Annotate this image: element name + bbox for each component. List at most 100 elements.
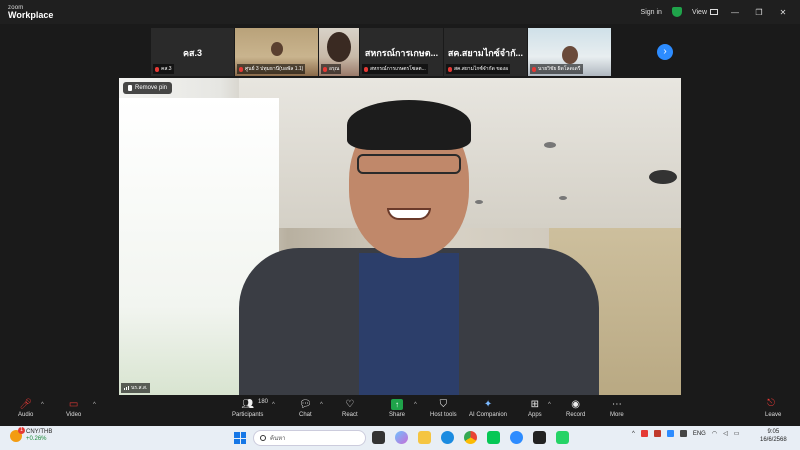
host-tools-button[interactable]: ⛉ Host tools xyxy=(430,399,457,418)
tile-name-large: สค.สยามไกซ์จำกั... xyxy=(447,48,524,58)
apps-button[interactable]: ⊞ Apps xyxy=(528,399,542,418)
gallery-next-icon[interactable]: › xyxy=(657,44,673,60)
video-options-chevron-icon[interactable]: ^ xyxy=(93,402,96,408)
mic-muted-icon xyxy=(364,66,368,72)
close-icon[interactable]: ✕ xyxy=(776,8,790,17)
react-button[interactable]: ♡ React xyxy=(342,399,358,418)
participant-tile[interactable]: สค.สยามไกซ์จำกั... สค.สยามไกซ์จำกัด ของอ xyxy=(444,28,527,76)
taskbar-search-input[interactable]: ค้นหา xyxy=(253,430,366,446)
title-bar: zoom Workplace Sign in View — ❐ ✕ xyxy=(0,0,800,24)
host-shield-icon: ⛉ xyxy=(439,398,448,410)
record-label: Record xyxy=(566,412,586,418)
mic-muted-icon: 🎤︎ xyxy=(19,398,33,410)
speaker-hair xyxy=(347,100,471,150)
remove-pin-button[interactable]: Remove pin xyxy=(123,82,173,94)
more-dots-icon: ⋯ xyxy=(611,398,622,410)
chat-button[interactable]: 💬︎ Chat xyxy=(299,399,312,418)
audio-button[interactable]: 🎤︎ Audio xyxy=(18,399,33,418)
windows-start-icon[interactable] xyxy=(234,432,246,444)
share-arrow-icon: ↑ xyxy=(391,399,403,410)
minimize-icon[interactable]: — xyxy=(728,8,742,17)
participant-count: 180 xyxy=(258,399,269,405)
share-button[interactable]: ↑ Share xyxy=(389,399,405,418)
apps-options-chevron-icon[interactable]: ^ xyxy=(548,402,551,408)
more-label: More xyxy=(610,412,624,418)
ai-companion-button[interactable]: ✦ AI Companion xyxy=(469,399,507,418)
meeting-toolbar: 🎤︎ Audio ^ ▭ Video ^ 👥︎ Participants 180… xyxy=(0,395,800,426)
tray-zoom-icon[interactable] xyxy=(666,430,674,437)
capcut-icon[interactable] xyxy=(533,431,546,444)
apps-grid-icon: ⊞ xyxy=(530,398,540,410)
tray-app-icon[interactable] xyxy=(653,430,661,437)
audio-options-chevron-icon[interactable]: ^ xyxy=(41,402,44,408)
leave-button[interactable]: ⎋ Leave xyxy=(765,398,781,419)
file-explorer-icon[interactable] xyxy=(418,431,431,444)
taskbar-clock[interactable]: 9:05 16/6/2568 xyxy=(760,429,787,444)
stock-symbol: CNY/THB xyxy=(26,429,53,435)
sparkle-icon: ✦ xyxy=(483,398,493,410)
volume-icon[interactable]: ◁ xyxy=(723,430,728,437)
system-tray: ^ ENG ◠ ◁ ▭ xyxy=(632,430,739,437)
mic-muted-icon xyxy=(323,66,327,72)
tray-app-icon[interactable] xyxy=(679,430,687,437)
mic-muted-icon xyxy=(448,66,452,72)
participant-tile[interactable]: อรุณ xyxy=(319,28,359,76)
chat-options-chevron-icon[interactable]: ^ xyxy=(320,402,323,408)
audio-label: Audio xyxy=(18,412,34,418)
share-options-chevron-icon[interactable]: ^ xyxy=(414,402,417,408)
view-button[interactable]: View xyxy=(692,9,718,16)
main-video: Remove pin นร.ส.ส. xyxy=(119,78,681,395)
speaker-shirt xyxy=(359,253,459,395)
tile-label: คส.3 xyxy=(153,64,174,74)
heart-icon: ♡ xyxy=(345,398,355,410)
zoom-taskbar-icon[interactable] xyxy=(510,431,523,444)
copilot-icon[interactable] xyxy=(395,431,408,444)
chrome-icon[interactable] xyxy=(464,431,477,444)
speaker-name-tag: นร.ส.ส. xyxy=(121,383,151,393)
view-label: View xyxy=(691,8,707,16)
participant-tile[interactable]: คส.3 คส.3 xyxy=(151,28,234,76)
clock-time: 9:05 xyxy=(767,429,780,435)
record-button[interactable]: ◉ Record xyxy=(566,399,585,418)
whatsapp-icon[interactable] xyxy=(556,431,569,444)
chat-label: Chat xyxy=(299,412,312,418)
language-indicator[interactable]: ENG xyxy=(693,431,706,437)
battery-icon[interactable]: ▭ xyxy=(734,430,740,437)
sign-in-link[interactable]: Sign in xyxy=(641,9,662,16)
gallery-strip: คส.3 คส.3 ศูนย์ 3 ปทุมธานี(บอพัล 1.1) อร… xyxy=(151,28,651,76)
participants-label: Participants xyxy=(232,412,264,418)
record-icon: ◉ xyxy=(571,398,581,410)
video-background xyxy=(559,196,567,200)
edge-browser-icon[interactable] xyxy=(441,431,454,444)
zoom-app-window: zoom Workplace Sign in View — ❐ ✕ คส.3 ค… xyxy=(0,0,800,450)
brand-big: Workplace xyxy=(8,9,54,20)
wifi-icon[interactable]: ◠ xyxy=(712,430,717,437)
participants-options-chevron-icon[interactable]: ^ xyxy=(272,402,275,408)
remove-pin-label: Remove pin xyxy=(135,85,168,91)
restore-icon[interactable]: ❐ xyxy=(752,8,766,17)
search-placeholder: ค้นหา xyxy=(270,436,286,442)
participants-icon: 👥︎ xyxy=(241,398,255,410)
line-icon[interactable] xyxy=(487,431,500,444)
clock-date: 16/6/2568 xyxy=(760,436,787,443)
participant-tile[interactable]: นายวิชัย ผิดโลดเดรี xyxy=(528,28,611,76)
pin-icon xyxy=(128,85,132,91)
chat-icon: 💬︎ xyxy=(299,398,312,410)
participant-tile[interactable]: สหกรณ์การเกษต... สหกรณ์การเกษตรโซลต... xyxy=(360,28,443,76)
security-shield-icon[interactable] xyxy=(671,7,682,17)
tray-app-icon[interactable] xyxy=(640,430,648,437)
ai-companion-label: AI Companion xyxy=(469,412,508,418)
video-button[interactable]: ▭ Video xyxy=(66,399,81,418)
participant-tile[interactable]: ศูนย์ 3 ปทุมธานี(บอพัล 1.1) xyxy=(235,28,318,76)
speaker-smile xyxy=(387,208,431,220)
tile-name-large: สหกรณ์การเกษต... xyxy=(364,48,439,58)
leave-icon: ⎋ xyxy=(767,398,776,409)
apps-label: Apps xyxy=(528,412,542,418)
tray-overflow-chevron-icon[interactable]: ^ xyxy=(632,431,635,437)
share-label: Share xyxy=(389,412,406,418)
more-button[interactable]: ⋯ More xyxy=(610,399,624,418)
stock-widget[interactable]: 1 CNY/THB +0.26% xyxy=(10,427,53,443)
react-label: React xyxy=(342,412,358,418)
tile-label: สหกรณ์การเกษตรโซลต... xyxy=(362,64,428,74)
task-view-icon[interactable] xyxy=(372,431,385,444)
